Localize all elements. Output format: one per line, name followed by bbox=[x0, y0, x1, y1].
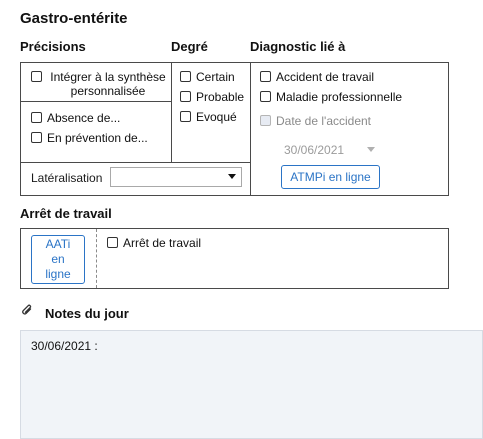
divider bbox=[20, 101, 171, 102]
accident-travail-label: Accident de travail bbox=[276, 70, 375, 84]
degre-evoque-checkbox[interactable]: Evoqué bbox=[180, 110, 237, 124]
accident-travail-checkbox[interactable]: Accident de travail bbox=[260, 70, 374, 84]
arret-travail-label: Arrêt de travail bbox=[123, 236, 202, 250]
checkbox-box[interactable] bbox=[260, 91, 271, 102]
checkbox-box[interactable] bbox=[180, 71, 191, 82]
absence-de-label: Absence de... bbox=[47, 111, 121, 125]
checkbox-box[interactable] bbox=[31, 132, 42, 143]
diagnosis-title: Gastro-entérite bbox=[20, 10, 128, 27]
checkbox-box[interactable] bbox=[180, 111, 191, 122]
absence-de-checkbox[interactable]: Absence de... bbox=[31, 111, 120, 125]
notes-title: Notes du jour bbox=[45, 306, 129, 321]
date-accident-value: 30/06/2021 bbox=[284, 143, 345, 157]
maladie-professionnelle-label: Maladie professionnelle bbox=[276, 90, 403, 104]
checkbox-box bbox=[260, 115, 271, 126]
date-accident-checkbox: Date de l'accident bbox=[260, 114, 371, 128]
aati-en-ligne-label: AATi en ligne bbox=[45, 237, 71, 281]
paperclip-icon bbox=[22, 304, 32, 315]
divider bbox=[250, 62, 251, 196]
notes-content: 30/06/2021 : bbox=[31, 339, 98, 353]
integrer-synthese-label: Intégrer à la synthèse personnalisée bbox=[50, 70, 166, 98]
chevron-down-icon bbox=[367, 147, 375, 152]
notes-textarea[interactable]: 30/06/2021 : bbox=[20, 330, 483, 439]
maladie-professionnelle-checkbox[interactable]: Maladie professionnelle bbox=[260, 90, 402, 104]
degre-evoque-label: Evoqué bbox=[196, 110, 237, 124]
degre-probable-checkbox[interactable]: Probable bbox=[180, 90, 244, 104]
arret-travail-title: Arrêt de travail bbox=[20, 206, 112, 221]
header-precisions: Précisions bbox=[20, 39, 86, 54]
divider bbox=[171, 62, 172, 162]
lateralisation-select[interactable] bbox=[110, 167, 242, 187]
checkbox-box[interactable] bbox=[31, 112, 42, 123]
checkbox-box[interactable] bbox=[260, 71, 271, 82]
en-prevention-label: En prévention de... bbox=[47, 131, 148, 145]
divider bbox=[20, 162, 250, 163]
degre-probable-label: Probable bbox=[196, 90, 245, 104]
chevron-down-icon[interactable] bbox=[228, 174, 236, 179]
checkbox-box[interactable] bbox=[31, 71, 42, 82]
checkbox-box[interactable] bbox=[107, 237, 118, 248]
atmpi-en-ligne-button[interactable]: ATMPi en ligne bbox=[281, 165, 380, 189]
arret-travail-checkbox[interactable]: Arrêt de travail bbox=[107, 236, 201, 250]
degre-certain-checkbox[interactable]: Certain bbox=[180, 70, 235, 84]
header-degre: Degré bbox=[171, 39, 208, 54]
header-diagnostic: Diagnostic lié à bbox=[250, 39, 346, 54]
degre-certain-label: Certain bbox=[196, 70, 235, 84]
lateralisation-label: Latéralisation bbox=[31, 171, 103, 185]
aati-en-ligne-button[interactable]: AATi en ligne bbox=[31, 235, 85, 284]
date-accident-label: Date de l'accident bbox=[276, 114, 372, 128]
integrer-synthese-checkbox[interactable]: Intégrer à la synthèse personnalisée bbox=[31, 70, 169, 98]
divider bbox=[96, 229, 97, 288]
en-prevention-checkbox[interactable]: En prévention de... bbox=[31, 131, 148, 145]
checkbox-box[interactable] bbox=[180, 91, 191, 102]
